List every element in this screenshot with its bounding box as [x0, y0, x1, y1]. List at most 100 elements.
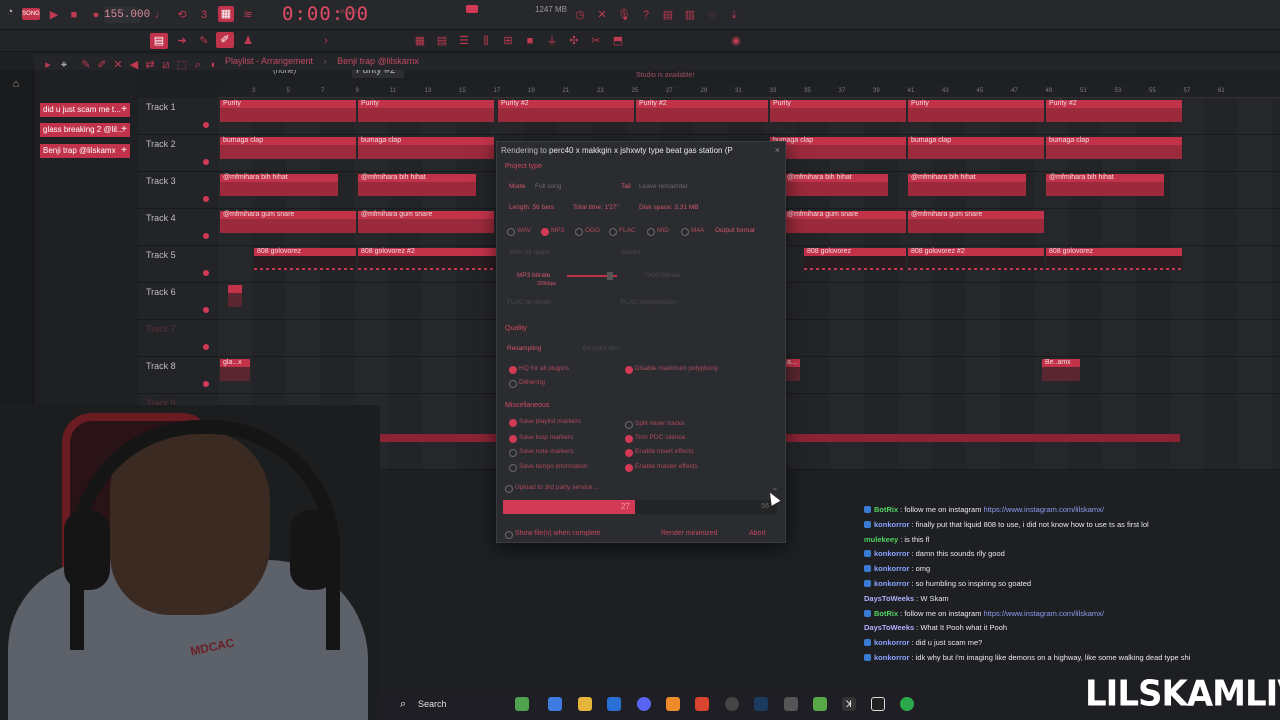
pattern-item[interactable]: did u just scam me t... +	[40, 103, 130, 117]
trim-pdc-checkbox[interactable]: Trim PDC silence	[625, 434, 685, 443]
clip[interactable]: @mfmihara gum snare	[908, 211, 1044, 233]
metronome-icon[interactable]: ♩	[152, 7, 168, 23]
widgets-icon[interactable]	[515, 697, 529, 711]
pattern-item[interactable]: Benji trap @lilskamx +	[40, 144, 130, 158]
taskbar-search[interactable]: Search	[394, 695, 494, 713]
select-tool-icon[interactable]: ⬚	[174, 57, 190, 73]
mute-led[interactable]	[203, 159, 209, 165]
paint-icon[interactable]: ♟	[240, 33, 256, 49]
clip[interactable]: 808 golovorez #2	[358, 248, 496, 270]
format-wav-radio[interactable]: WAV	[507, 227, 531, 236]
playlist-menu-icon[interactable]: ▸	[40, 57, 56, 73]
format-mp3-radio[interactable]: MP3	[541, 227, 564, 236]
hq-plugins-checkbox[interactable]: HQ for all plugins	[509, 365, 569, 374]
cut-icon[interactable]: ✂	[588, 33, 604, 49]
fl-studio-icon[interactable]	[666, 697, 680, 711]
crumb-playlist[interactable]: Playlist - Arrangement	[225, 56, 313, 66]
clip[interactable]: Purity	[220, 100, 356, 122]
clip[interactable]	[228, 285, 242, 307]
chat-icon[interactable]: ◌	[704, 7, 720, 23]
clip[interactable]: @mfmihara bih hihat	[220, 174, 338, 196]
tools-icon[interactable]: ✣	[566, 33, 582, 49]
crumb-pattern[interactable]: Benji trap @lilskamx	[337, 56, 419, 66]
plus-icon[interactable]: +	[121, 103, 127, 117]
clip[interactable]: @mfmihara bih hihat	[358, 174, 476, 196]
mute-tool-icon[interactable]: ◀	[126, 57, 142, 73]
brush-tool-icon[interactable]: ✐	[94, 57, 110, 73]
draw-icon[interactable]: ✐	[216, 32, 234, 48]
track-header[interactable]: Track 5	[138, 246, 218, 283]
download-icon[interactable]: ⤓	[726, 7, 742, 23]
track-header[interactable]: Track 8	[138, 357, 218, 394]
help-icon[interactable]: ?	[638, 7, 654, 23]
file-explorer-icon[interactable]	[578, 697, 592, 711]
track-header[interactable]: Track 4	[138, 209, 218, 246]
mute-led[interactable]	[203, 270, 209, 276]
clip[interactable]: Purity	[358, 100, 494, 122]
playlist-icon[interactable]: ▤	[434, 33, 450, 49]
clip[interactable]: gla...x	[220, 359, 250, 381]
loop-record-icon[interactable]: ⟲	[174, 7, 190, 23]
chat-username[interactable]: BotRix	[874, 609, 898, 618]
chat-link[interactable]: https://www.instagram.com/lilskamx/	[984, 609, 1104, 618]
playback-tool-icon[interactable]: ◐	[206, 57, 222, 73]
clip[interactable]: 808 golovorez #2	[908, 248, 1044, 270]
pencil-tool-icon[interactable]: ✎	[78, 57, 94, 73]
clip[interactable]: bumaga clap	[770, 137, 906, 159]
arrow-right-icon[interactable]: ➔	[174, 33, 190, 49]
tempo-display[interactable]: 155.000	[104, 7, 150, 23]
track-header[interactable]: Track 3	[138, 172, 218, 209]
save-note-markers-checkbox[interactable]: Save note markers	[509, 448, 574, 457]
playlist-view-icon[interactable]: ▤	[150, 33, 168, 49]
show-files-checkbox[interactable]: Show file(s) when complete	[505, 530, 601, 539]
store-icon[interactable]	[607, 697, 621, 711]
clip[interactable]: Purity #2	[1046, 100, 1182, 122]
pencil-icon[interactable]: ✎	[196, 33, 212, 49]
disable-polyphony-checkbox[interactable]: Disable maximum polyphony	[625, 365, 718, 374]
app-icon[interactable]	[784, 697, 798, 711]
save-playlist-markers-checkbox[interactable]: Save playlist markers	[509, 418, 581, 427]
mixer-icon[interactable]: ✕	[594, 7, 610, 23]
chat-username[interactable]: konkorror	[874, 653, 909, 662]
info-icon[interactable]: ◉	[728, 33, 744, 49]
upload-button[interactable]: Upload to 3rd party service...	[505, 484, 598, 493]
split-mixer-checkbox[interactable]: Split mixer tracks	[625, 420, 684, 429]
step-edit-icon[interactable]: ▦	[218, 6, 234, 22]
resampling-select[interactable]: 64-point sinc	[583, 345, 620, 352]
clip[interactable]: a...	[784, 359, 800, 381]
chat-username[interactable]: konkorror	[874, 564, 909, 573]
plug-icon[interactable]: ⏚	[544, 33, 560, 49]
render-minimized-button[interactable]: Render minimized	[661, 530, 717, 537]
mute-led[interactable]	[203, 344, 209, 350]
clip[interactable]: @mfmihara gum snare	[358, 211, 494, 233]
slip-tool-icon[interactable]: ⇄	[142, 57, 158, 73]
browser-view-icon[interactable]: ⊞	[500, 33, 516, 49]
mute-led[interactable]	[203, 381, 209, 387]
mute-led[interactable]	[203, 122, 209, 128]
chevron-right-icon[interactable]: ›	[318, 33, 334, 49]
blend-notes-icon[interactable]: ≋	[240, 7, 256, 23]
clip[interactable]: 808 golovorez	[254, 248, 356, 270]
clip[interactable]: bumaga clap	[358, 137, 494, 159]
clip[interactable]: 808 golovorez	[804, 248, 906, 270]
magnet-icon[interactable]: ⌖	[56, 57, 72, 73]
play-icon[interactable]: ▶	[46, 7, 62, 23]
abort-button[interactable]: Abort	[749, 530, 766, 537]
brave-icon[interactable]	[695, 697, 709, 711]
song-mode-button[interactable]: SONG	[22, 8, 40, 20]
track-lane[interactable]: Purity Purity Purity #2 Purity #2 Purity…	[218, 98, 1280, 135]
clone-icon[interactable]: ⬒	[610, 33, 626, 49]
clip[interactable]: Purity	[770, 100, 906, 122]
chat-username[interactable]: DaysToWeeks	[864, 594, 914, 603]
clip[interactable]: @mfmihara gum snare	[220, 211, 356, 233]
insert-effects-checkbox[interactable]: Enable insert effects	[625, 448, 694, 457]
slice-tool-icon[interactable]: ⧄	[158, 57, 174, 73]
clip[interactable]: Purity #2	[636, 100, 768, 122]
format-flac-radio[interactable]: FLAC	[609, 227, 636, 236]
snap-icon[interactable]: ◷	[572, 7, 588, 23]
mute-led[interactable]	[203, 233, 209, 239]
ak-icon[interactable]: ꓘ	[842, 697, 856, 711]
steam-icon[interactable]	[754, 697, 768, 711]
clip[interactable]: @mfmihara bih hihat	[1046, 174, 1164, 196]
mute-led[interactable]	[203, 307, 209, 313]
